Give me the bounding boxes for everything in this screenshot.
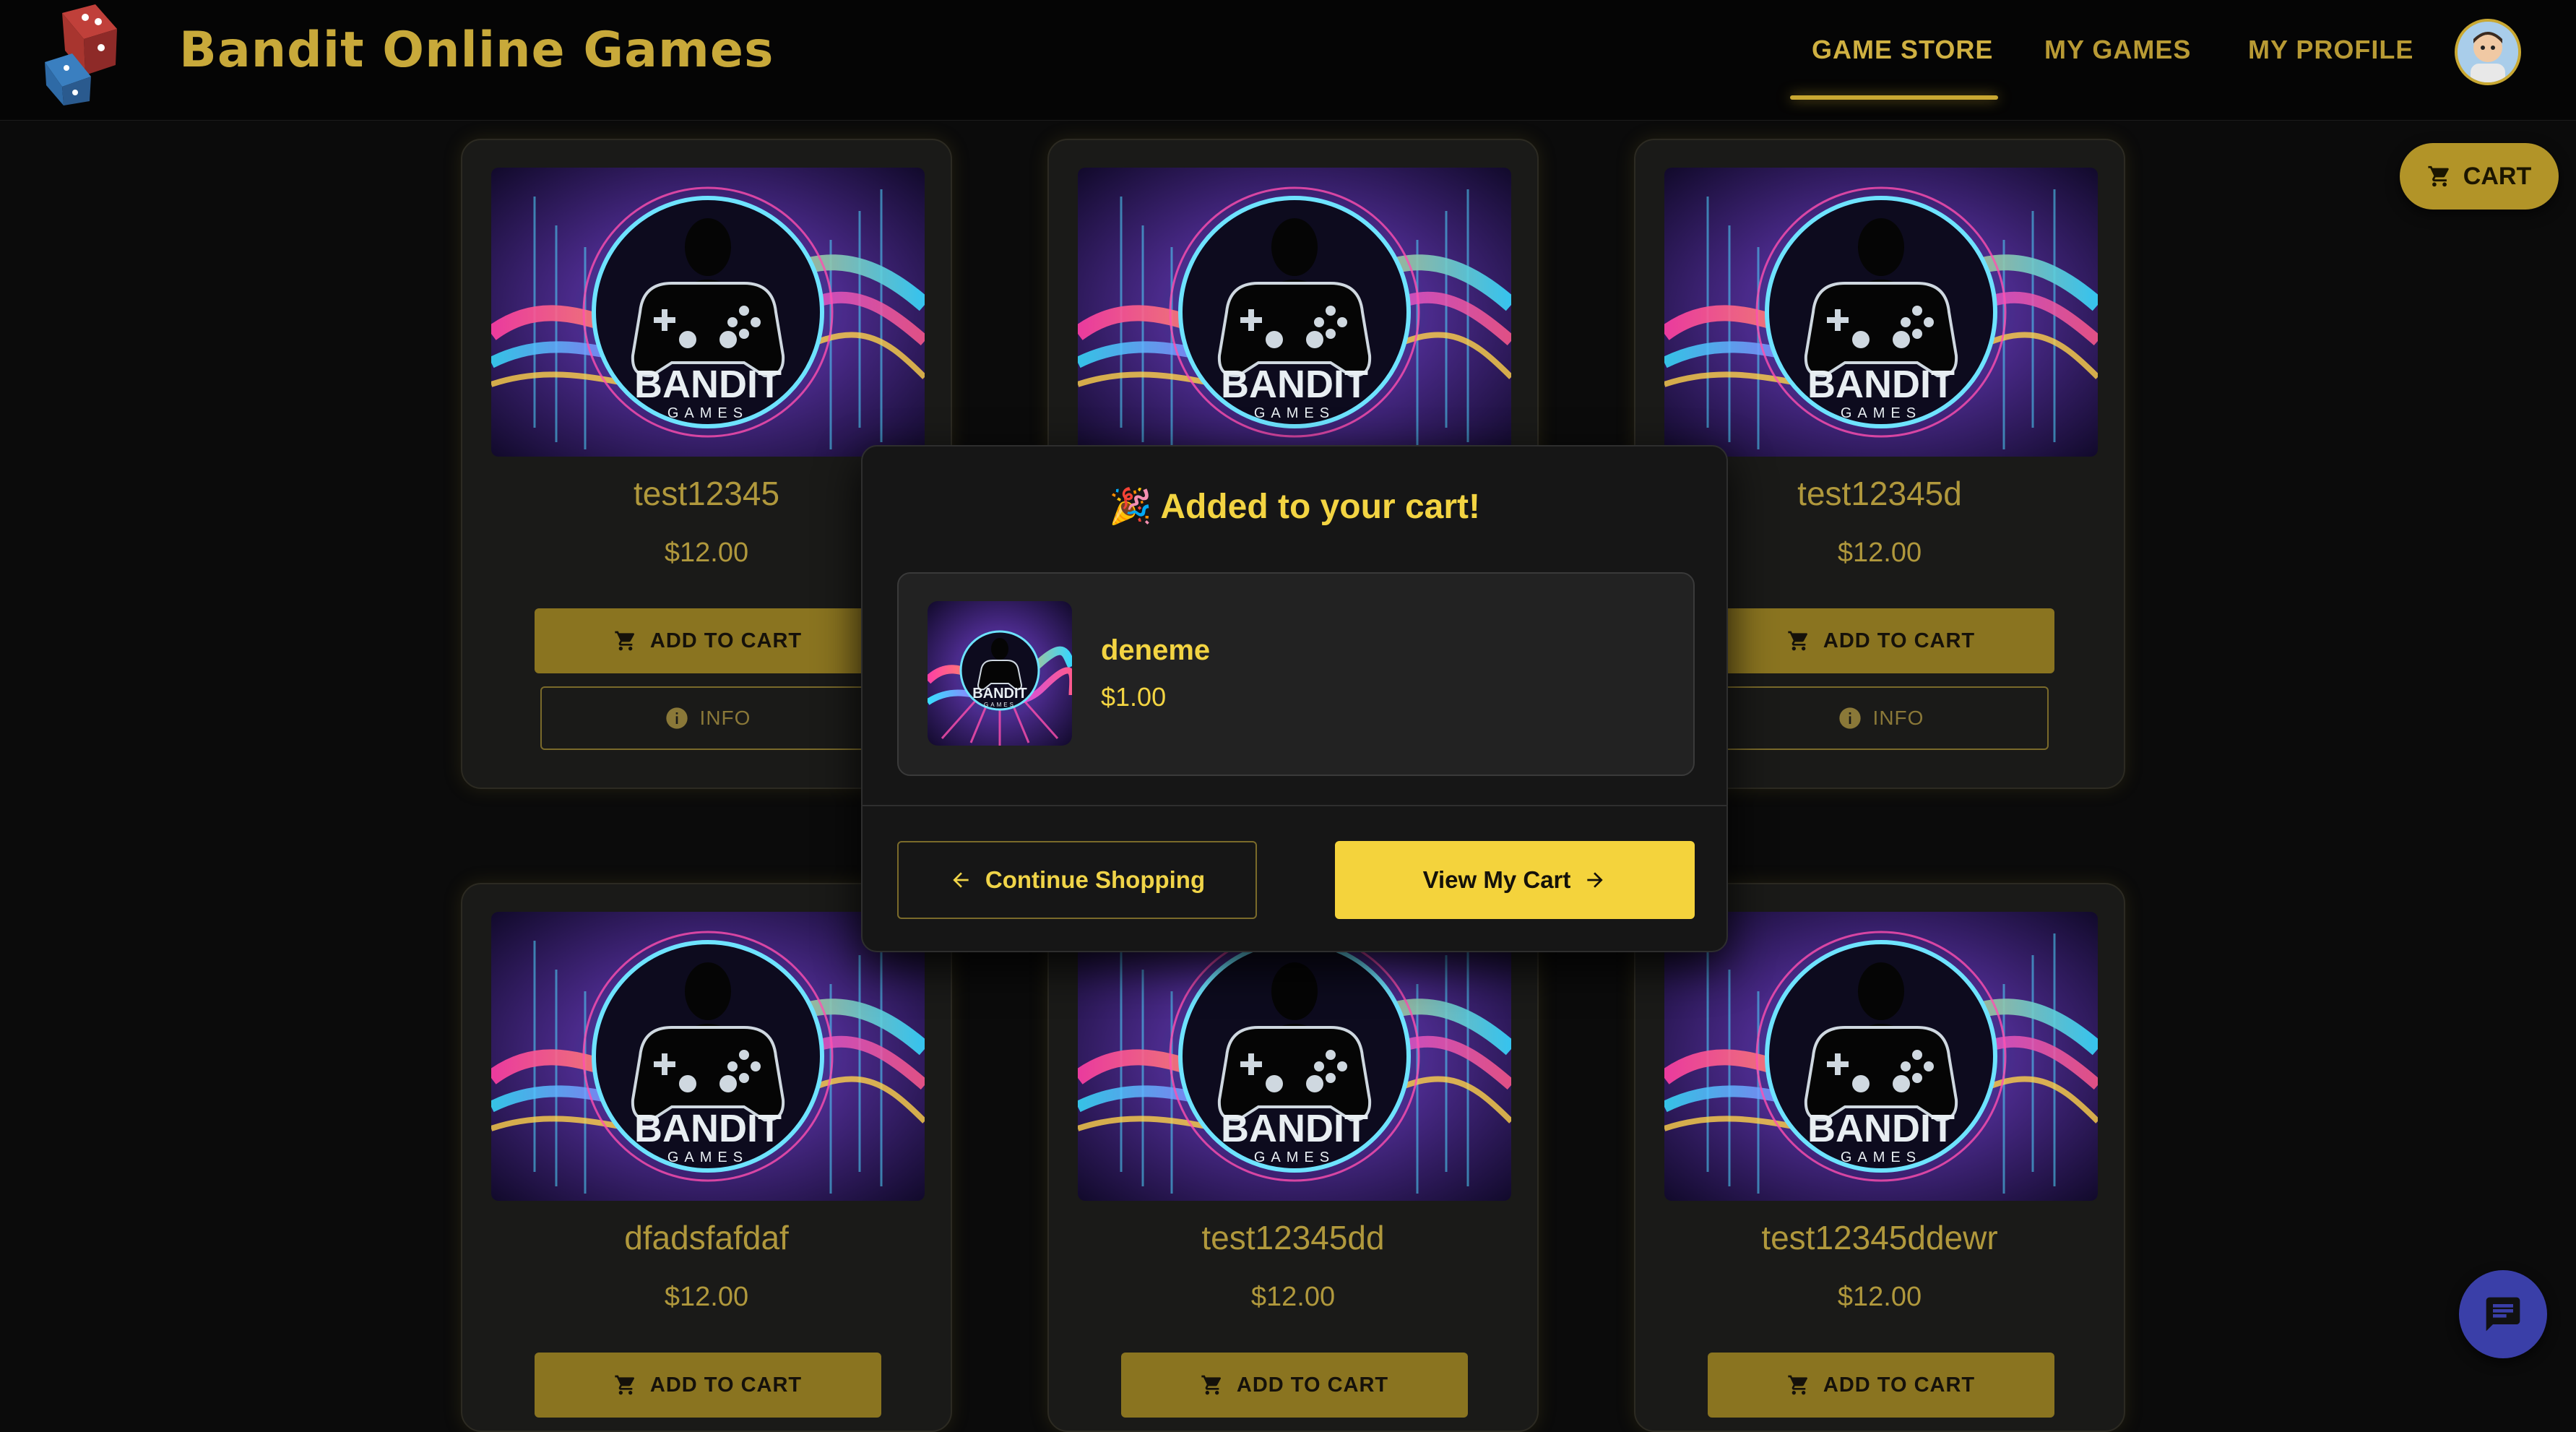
info-button[interactable]: INFO: [1713, 686, 2049, 750]
svg-text:GAMES: GAMES: [667, 1150, 748, 1165]
svg-text:BANDIT: BANDIT: [972, 686, 1027, 702]
top-app-bar: Bandit Online Games GAME STORE MY GAMES …: [0, 0, 2576, 121]
info-label: INFO: [699, 707, 751, 729]
info-label: INFO: [1872, 707, 1924, 729]
svg-text:BANDIT: BANDIT: [1221, 1107, 1368, 1150]
dialog-title-text: Added to your cart!: [1160, 488, 1480, 526]
svg-text:GAMES: GAMES: [1254, 405, 1335, 421]
game-thumbnail[interactable]: BANDIT GAMES: [1664, 168, 2098, 457]
cart-item-summary: BANDIT GAMES deneme $1.00: [897, 572, 1695, 776]
svg-text:GAMES: GAMES: [1841, 405, 1922, 421]
game-title[interactable]: test12345dd: [1049, 1218, 1537, 1257]
svg-text:BANDIT: BANDIT: [634, 1107, 782, 1150]
game-price: $12.00: [664, 1282, 749, 1312]
nav-my-games[interactable]: MY GAMES: [2044, 35, 2191, 65]
game-price: $12.00: [1250, 1282, 1336, 1312]
add-to-cart-label: ADD TO CART: [649, 629, 803, 652]
svg-text:BANDIT: BANDIT: [1221, 363, 1368, 406]
cart-item-name: deneme: [1101, 634, 1211, 666]
continue-shopping-button[interactable]: Continue Shopping: [897, 841, 1257, 919]
add-to-cart-label: ADD TO CART: [649, 1373, 803, 1397]
continue-shopping-label: Continue Shopping: [985, 866, 1206, 893]
svg-text:GAMES: GAMES: [1841, 1150, 1922, 1165]
info-button[interactable]: INFO: [540, 686, 876, 750]
cart-button-label: CART: [2463, 162, 2532, 190]
add-to-cart-label: ADD TO CART: [1236, 1373, 1389, 1397]
bandit-games-cover-image: BANDIT GAMES: [1664, 168, 2098, 457]
avatar-icon: [2458, 22, 2518, 82]
info-icon: [1838, 707, 1861, 729]
svg-text:GAMES: GAMES: [984, 702, 1016, 708]
svg-text:BANDIT: BANDIT: [1807, 363, 1955, 406]
game-thumbnail[interactable]: BANDIT GAMES: [1078, 168, 1511, 457]
active-tab-indicator: [1790, 95, 1998, 100]
chat-button[interactable]: [2459, 1270, 2547, 1358]
arrow-left-icon: [953, 872, 969, 888]
cart-icon: [1788, 631, 1807, 651]
add-to-cart-label: ADD TO CART: [1823, 629, 1976, 652]
bandit-games-cover-image: BANDIT GAMES: [1078, 912, 1511, 1201]
add-to-cart-label: ADD TO CART: [1823, 1373, 1976, 1397]
game-price: $12.00: [1837, 1282, 1922, 1312]
svg-text:GAMES: GAMES: [1254, 1150, 1335, 1165]
bandit-games-cover-image: BANDIT GAMES: [491, 912, 925, 1201]
nav-game-store[interactable]: GAME STORE: [1812, 35, 1993, 65]
cart-button[interactable]: CART: [2400, 143, 2559, 210]
bandit-games-cover-image: BANDIT GAMES: [491, 168, 925, 457]
view-my-cart-label: View My Cart: [1422, 866, 1571, 893]
svg-text:BANDIT: BANDIT: [1807, 1107, 1955, 1150]
svg-text:GAMES: GAMES: [667, 405, 748, 421]
cart-icon: [1788, 1375, 1807, 1395]
add-to-cart-button[interactable]: ADD TO CART: [1708, 608, 2054, 673]
cart-icon: [615, 631, 634, 651]
add-to-cart-button[interactable]: ADD TO CART: [1708, 1353, 2054, 1418]
bandit-games-thumbnail-image: BANDIT GAMES: [928, 601, 1072, 746]
info-icon: [665, 707, 688, 729]
add-to-cart-button[interactable]: ADD TO CART: [535, 1353, 881, 1418]
dice-logo-icon[interactable]: [40, 0, 134, 105]
arrow-right-icon: [1587, 872, 1604, 888]
game-card-4: BANDIT GAMES dfadsfafdaf $12.00 ADD TO C…: [461, 883, 952, 1432]
game-title[interactable]: dfadsfafdaf: [462, 1218, 951, 1257]
game-thumbnail[interactable]: BANDIT GAMES: [1078, 912, 1511, 1201]
game-thumbnail[interactable]: BANDIT GAMES: [491, 168, 925, 457]
game-card-5: BANDIT GAMES test12345dd $12.00 ADD TO C…: [1047, 883, 1539, 1432]
user-avatar[interactable]: [2455, 19, 2521, 85]
cart-icon: [2428, 165, 2449, 187]
dialog-divider: [863, 805, 1726, 806]
dialog-title: 🎉 Added to your cart!: [863, 486, 1726, 527]
party-popper-icon: 🎉: [1108, 488, 1152, 526]
cart-icon: [1201, 1375, 1221, 1395]
bandit-games-cover-image: BANDIT GAMES: [1664, 912, 2098, 1201]
cart-item-thumbnail: BANDIT GAMES: [928, 601, 1072, 746]
cart-icon: [615, 1375, 634, 1395]
game-title[interactable]: test12345ddewr: [1635, 1218, 2124, 1257]
site-title[interactable]: Bandit Online Games: [179, 22, 774, 79]
game-thumbnail[interactable]: BANDIT GAMES: [491, 912, 925, 1201]
game-card-6: BANDIT GAMES test12345ddewr $12.00 ADD T…: [1634, 883, 2125, 1432]
added-to-cart-dialog: 🎉 Added to your cart! BANDIT GAMES denem: [861, 445, 1728, 952]
bandit-games-cover-image: BANDIT GAMES: [1078, 168, 1511, 457]
add-to-cart-button[interactable]: ADD TO CART: [535, 608, 881, 673]
svg-text:BANDIT: BANDIT: [634, 363, 782, 406]
view-my-cart-button[interactable]: View My Cart: [1335, 841, 1695, 919]
add-to-cart-button[interactable]: ADD TO CART: [1121, 1353, 1468, 1418]
cart-item-price: $1.00: [1101, 682, 1167, 712]
game-thumbnail[interactable]: BANDIT GAMES: [1664, 912, 2098, 1201]
nav-my-profile[interactable]: MY PROFILE: [2248, 35, 2413, 65]
chat-icon: [2486, 1297, 2520, 1332]
